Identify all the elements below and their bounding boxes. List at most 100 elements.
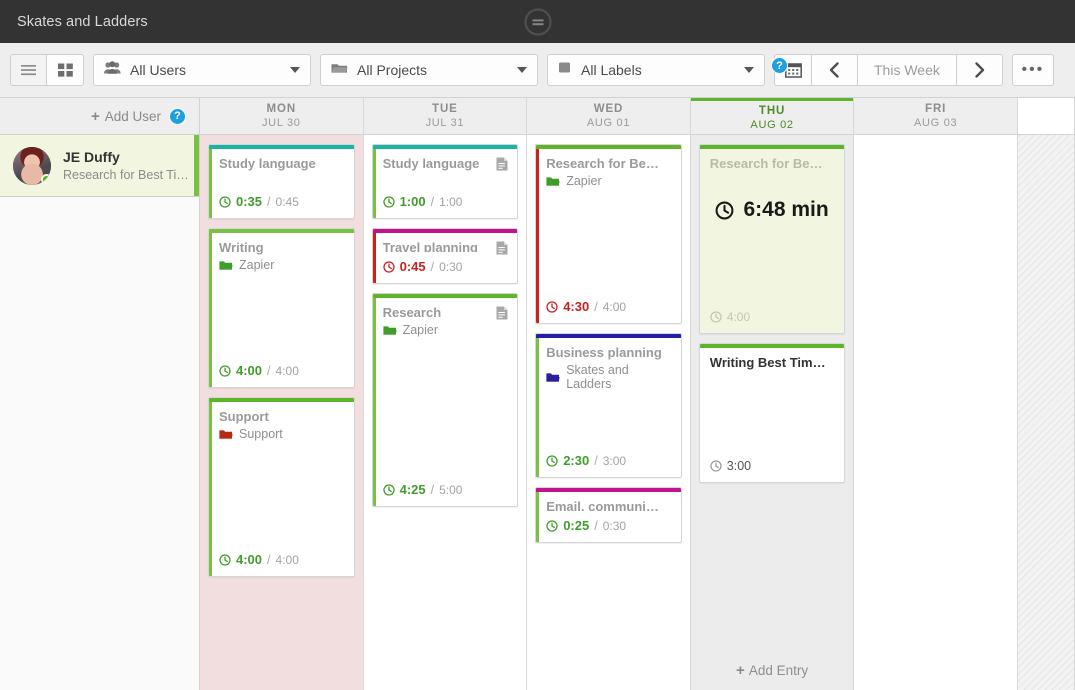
entry-time-row: 4:30 / 4:00 [546,295,671,314]
help-badge[interactable]: ? [169,107,186,125]
clock-icon [382,195,395,208]
day-body[interactable]: Study language 0:35 / 0:45 Writing Zapier 4:00… [200,135,363,690]
clock-icon [710,460,722,472]
entry-actual: 4:30 [563,299,590,314]
entry-target: 0:45 [275,194,299,209]
day-date: JUL 30 [261,117,301,129]
day-date: AUG 02 [750,118,794,131]
entry-title: Support [219,409,269,424]
clock-icon [546,519,558,532]
add-entry-button[interactable]: + Add Entry [699,650,846,690]
card-status-stripe [372,233,376,283]
time-entry-card[interactable]: Study language 1:00 / 1:00 [371,144,519,219]
time-entry-card[interactable]: Writing Best Tim… 3:00 [698,343,846,483]
entry-target: 0:30 [602,518,627,533]
day-of-week: WED [593,103,624,115]
entry-project: Skates and Ladders [546,363,671,391]
folder-icon [382,325,397,336]
entry-title: Email, communi… [546,499,659,511]
day-date: JUL 31 [425,117,465,129]
entry-target: 4:00 [726,310,751,324]
day-header-weekend [1017,98,1074,135]
time-entry-card[interactable]: Writing Zapier 4:00 / 4:00 [208,228,355,388]
entry-title: Study language [219,156,316,171]
time-entry-card[interactable]: Travel planning 0:45 / 0:30 [371,228,519,284]
entry-title: Research for Be… [546,156,659,171]
pause-circle-icon[interactable] [523,7,553,37]
day-of-week: TUE [432,103,458,115]
time-separator: / [594,453,598,468]
card-color-stripe [536,145,681,149]
card-status-stripe [536,149,540,323]
folder-icon [546,176,561,187]
view-switcher [10,54,84,86]
this-week-label[interactable]: This Week [858,54,957,86]
day-body[interactable]: Research for Be… 6:48 min 4:00 Writing Best… [690,135,854,690]
time-entry-card[interactable]: Research for Be… 6:48 min 4:00 [698,144,846,334]
day-header-tue[interactable]: TUE JUL 31 [363,98,527,135]
card-color-stripe [372,294,518,298]
next-week-button[interactable] [956,54,1003,86]
day-column-wed: WED AUG 01 Research for Be… Zapier 4:30 / 4:00… [527,98,691,690]
time-entry-card[interactable]: Study language 0:35 / 0:45 [208,144,355,219]
note-icon[interactable] [496,157,508,171]
user-row[interactable]: JE Duffy Research for Best Ti… [0,135,199,197]
plus-icon: + [90,107,100,125]
time-separator: / [267,552,271,567]
day-header-wed[interactable]: WED AUG 01 [527,98,690,135]
projects-filter-dropdown[interactable]: All Projects [320,54,538,86]
clock-icon [219,195,231,208]
card-color-stripe [536,488,681,492]
time-entry-card[interactable]: Research for Be… Zapier 4:30 / 4:00 [535,144,682,324]
day-column-tue: TUE JUL 31 Study language 1:00 / 1:00 Travel p… [363,98,528,690]
week-calendar: MON JUL 30 Study language 0:35 / 0:45 Writing Z… [200,98,1075,690]
card-status-stripe [209,233,212,387]
entry-actual: 0:35 [236,194,263,209]
entry-target: 4:00 [275,363,299,378]
prev-week-button[interactable] [812,54,858,86]
day-body[interactable]: Research for Be… Zapier 4:30 / 4:00 Business … [527,135,690,690]
clock-icon [219,553,231,566]
day-header-mon[interactable]: MON JUL 30 [200,98,363,135]
day-header-thu[interactable]: THU AUG 02 [690,98,854,135]
entry-time-row: 4:00 / 4:00 [219,359,344,378]
users-filter-label: All Users [130,62,187,78]
day-body[interactable] [854,135,1017,690]
plus-icon: + [736,661,745,679]
note-icon[interactable] [496,306,508,320]
time-entry-card[interactable]: Research Zapier 4:25 / 5:00 [371,293,519,507]
users-icon [104,61,121,79]
user-sidebar: + Add User ? JE Duffy Research for Best T… [0,98,200,690]
entry-title: Study language [382,156,480,171]
card-status-stripe [372,298,376,506]
card-color-stripe [209,145,354,149]
labels-filter-dropdown[interactable]: All Labels [547,54,765,86]
day-of-week: THU [758,104,786,117]
entry-title: Business planning [546,345,662,360]
label-square-icon [558,61,572,79]
entry-target: 5:00 [439,482,463,497]
card-status-stripe [209,402,212,576]
chevron-down-icon [744,67,754,73]
users-filter-dropdown[interactable]: All Users [93,54,311,86]
list-view-icon[interactable] [10,54,47,86]
time-entry-card[interactable]: Business planning Skates and Ladders 2:30 /… [535,333,682,478]
entry-time-row: 0:25 / 0:30 [546,514,671,533]
more-options-button[interactable]: ••• [1011,54,1054,86]
day-body[interactable]: Study language 1:00 / 1:00 Travel planning 0:… [364,135,527,690]
time-entry-card[interactable]: Support Support 4:00 / 4:00 [208,397,355,577]
note-icon[interactable] [496,241,508,255]
help-badge[interactable]: ? [771,57,788,74]
running-timer[interactable]: 6:48 min [710,198,835,222]
entry-title: Travel planning [382,240,478,252]
day-header-fri[interactable]: FRI AUG 03 [854,98,1017,135]
entry-project: Zapier [382,323,508,337]
entry-title: Writing [219,240,264,255]
clock-icon [710,311,722,323]
entry-target: 1:00 [439,194,463,209]
entry-actual: 2:30 [563,453,590,468]
clock-icon [715,201,734,220]
add-user-button[interactable]: + Add User ? [0,98,199,135]
time-entry-card[interactable]: Email, communi… 0:25 / 0:30 [535,487,682,543]
grid-view-icon[interactable] [47,54,84,86]
